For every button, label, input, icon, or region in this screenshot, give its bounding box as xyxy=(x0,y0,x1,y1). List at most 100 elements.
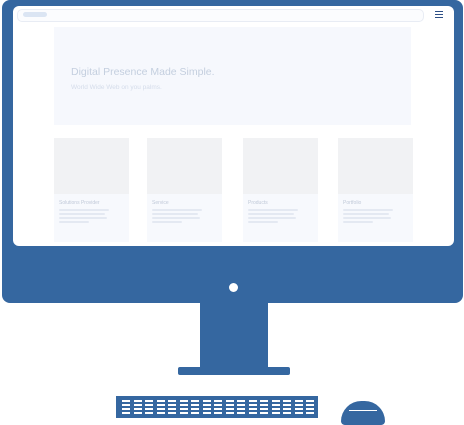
card-products[interactable]: Products xyxy=(243,138,318,242)
hamburger-menu-icon[interactable] xyxy=(435,11,443,18)
card-title: Products xyxy=(248,200,268,206)
keyboard-key xyxy=(294,400,303,402)
card-title: Portfolio xyxy=(343,200,362,206)
keyboard-key xyxy=(133,404,142,406)
card-image xyxy=(243,138,318,194)
keyboard-key xyxy=(306,412,314,414)
card-image xyxy=(147,138,222,194)
keyboard-key xyxy=(156,408,165,410)
keyboard-key xyxy=(191,404,199,406)
card-text-line xyxy=(152,209,202,211)
computer-mouse xyxy=(341,401,385,425)
card-solutions-provider[interactable]: Solutions Provider xyxy=(54,138,129,242)
keyboard-key xyxy=(306,408,314,410)
keyboard-key xyxy=(271,412,280,414)
keyboard-key xyxy=(271,400,280,402)
monitor: Digital Presence Made Simple. World Wide… xyxy=(2,0,463,303)
card-portfolio[interactable]: Portfolio xyxy=(338,138,413,242)
keyboard-key xyxy=(145,412,153,414)
card-text-line xyxy=(59,209,109,211)
keyboard-key xyxy=(202,408,211,410)
keyboard-key xyxy=(294,408,303,410)
keyboard-key xyxy=(145,404,153,406)
keyboard-key xyxy=(122,412,130,414)
keyboard-key xyxy=(237,400,245,402)
hero-title: Digital Presence Made Simple. xyxy=(71,66,215,78)
keyboard-key xyxy=(191,412,199,414)
keyboard-key xyxy=(225,400,234,402)
keyboard-key xyxy=(145,408,153,410)
keyboard-key xyxy=(248,408,257,410)
keyboard-key xyxy=(202,412,211,414)
address-bar-pill xyxy=(23,12,47,17)
card-image xyxy=(338,138,413,194)
keyboard-key xyxy=(191,408,199,410)
card-title: Solutions Provider xyxy=(59,200,100,206)
card-text-line xyxy=(59,221,89,223)
keyboard-key xyxy=(156,412,165,414)
address-bar[interactable] xyxy=(17,9,424,22)
mouse-button-divider xyxy=(349,410,377,411)
keyboard-key xyxy=(156,400,165,402)
keyboard-key xyxy=(248,412,257,414)
keyboard-key xyxy=(202,404,211,406)
keyboard-key xyxy=(156,404,165,406)
keyboard-key xyxy=(168,412,176,414)
monitor-stand xyxy=(200,303,268,369)
card-text-line xyxy=(152,221,182,223)
keyboard-key xyxy=(237,412,245,414)
keyboard-key xyxy=(179,400,188,402)
power-button xyxy=(229,283,238,292)
monitor-screen: Digital Presence Made Simple. World Wide… xyxy=(13,6,454,246)
keyboard-key xyxy=(214,412,222,414)
keyboard-key xyxy=(260,400,268,402)
keyboard-key xyxy=(168,400,176,402)
keyboard-key xyxy=(225,412,234,414)
keyboard-key xyxy=(306,404,314,406)
keyboard-key xyxy=(168,404,176,406)
card-text-line xyxy=(248,217,296,219)
keyboard-key xyxy=(133,412,142,414)
card-text-line xyxy=(59,213,105,215)
keyboard-key xyxy=(122,408,130,410)
keyboard-key xyxy=(191,400,199,402)
keyboard xyxy=(116,396,318,418)
card-text-line xyxy=(343,217,391,219)
keyboard-key xyxy=(145,400,153,402)
keyboard-key xyxy=(260,412,268,414)
card-title: Service xyxy=(152,200,169,206)
card-text-line xyxy=(59,217,107,219)
keyboard-key xyxy=(179,404,188,406)
keyboard-key xyxy=(271,404,280,406)
keyboard-key xyxy=(271,408,280,410)
card-text-line xyxy=(343,209,393,211)
card-service[interactable]: Service xyxy=(147,138,222,242)
hero-subtitle: World Wide Web on you palms. xyxy=(71,84,162,91)
keyboard-key xyxy=(260,404,268,406)
keyboard-key xyxy=(237,404,245,406)
keyboard-key xyxy=(260,408,268,410)
keyboard-key xyxy=(283,404,291,406)
keyboard-key xyxy=(179,412,188,414)
card-text-line xyxy=(343,213,389,215)
keyboard-key xyxy=(248,404,257,406)
keyboard-key xyxy=(283,412,291,414)
keyboard-key xyxy=(214,408,222,410)
keyboard-key xyxy=(122,400,130,402)
card-text-line xyxy=(248,221,278,223)
card-text-line xyxy=(152,213,198,215)
monitor-stand-base xyxy=(178,367,290,375)
keyboard-key xyxy=(133,408,142,410)
keyboard-key xyxy=(122,404,130,406)
keyboard-key xyxy=(283,400,291,402)
keyboard-key xyxy=(225,408,234,410)
keyboard-key xyxy=(283,408,291,410)
card-text-line xyxy=(343,221,373,223)
card-image xyxy=(54,138,129,194)
keyboard-key xyxy=(225,404,234,406)
keyboard-key xyxy=(294,412,303,414)
keyboard-key xyxy=(214,400,222,402)
keyboard-key xyxy=(294,404,303,406)
keyboard-key xyxy=(202,400,211,402)
keyboard-key xyxy=(306,400,314,402)
